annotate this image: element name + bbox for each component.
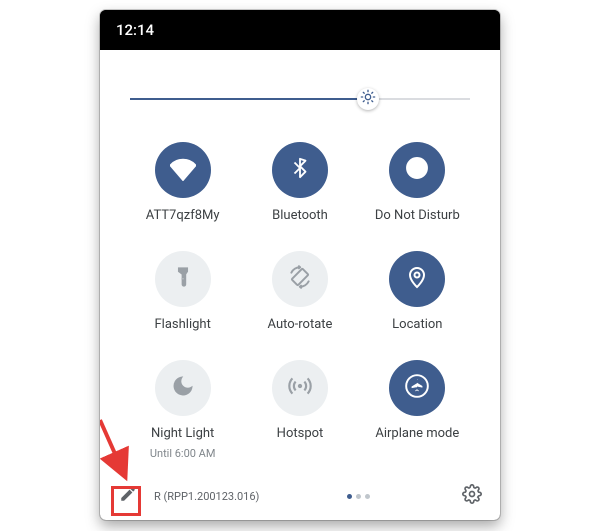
brightness-slider[interactable]	[130, 84, 470, 114]
brightness-fill	[130, 98, 368, 100]
tile-nightlight[interactable]: Night Light Until 6:00 AM	[124, 360, 241, 460]
page-dot	[347, 494, 352, 499]
tile-location[interactable]: Location	[359, 251, 476, 332]
flashlight-icon	[172, 265, 194, 293]
status-bar: 12:14	[100, 10, 500, 50]
nightlight-icon	[171, 374, 195, 402]
quick-settings-panel: ATT7qzf8My Bluetooth Do Not Disturb Flas…	[100, 50, 500, 520]
page-dot	[356, 494, 361, 499]
tile-bluetooth[interactable]: Bluetooth	[241, 142, 358, 223]
settings-button[interactable]	[458, 482, 486, 510]
bluetooth-icon	[289, 157, 311, 183]
hotspot-icon	[287, 373, 313, 403]
phone-frame: 12:14 ATT7qzf8My	[100, 10, 500, 520]
page-dot	[365, 494, 370, 499]
build-text: R (RPP1.200123.016)	[154, 490, 259, 503]
tile-label: Bluetooth	[272, 208, 328, 223]
tile-autorotate[interactable]: Auto-rotate	[241, 251, 358, 332]
location-icon	[405, 265, 429, 293]
tile-label: Location	[392, 317, 442, 332]
tile-flashlight[interactable]: Flashlight	[124, 251, 241, 332]
tile-hotspot[interactable]: Hotspot	[241, 360, 358, 460]
clock: 12:14	[116, 21, 154, 39]
panel-footer: R (RPP1.200123.016)	[100, 478, 500, 514]
tile-label: Hotspot	[277, 426, 324, 441]
edit-button[interactable]	[114, 482, 142, 510]
autorotate-icon	[287, 264, 313, 294]
tile-sublabel: Until 6:00 AM	[150, 447, 216, 460]
tile-label: Night Light	[151, 426, 214, 441]
tile-label: Flashlight	[155, 317, 211, 332]
tile-dnd[interactable]: Do Not Disturb	[359, 142, 476, 223]
airplane-icon	[404, 373, 430, 403]
brightness-thumb[interactable]	[357, 88, 379, 110]
wifi-icon	[170, 155, 196, 185]
tiles-grid: ATT7qzf8My Bluetooth Do Not Disturb Flas…	[124, 142, 476, 460]
pencil-icon	[119, 485, 137, 507]
tile-airplane[interactable]: Airplane mode	[359, 360, 476, 460]
tile-label: ATT7qzf8My	[146, 208, 220, 223]
tile-label: Do Not Disturb	[375, 208, 460, 223]
gear-icon	[462, 484, 482, 508]
tile-label: Auto-rotate	[268, 317, 333, 332]
brightness-icon	[360, 89, 376, 109]
tile-wifi[interactable]: ATT7qzf8My	[124, 142, 241, 223]
tile-label: Airplane mode	[375, 426, 459, 441]
dnd-icon	[404, 155, 430, 185]
page-indicator	[271, 494, 446, 499]
